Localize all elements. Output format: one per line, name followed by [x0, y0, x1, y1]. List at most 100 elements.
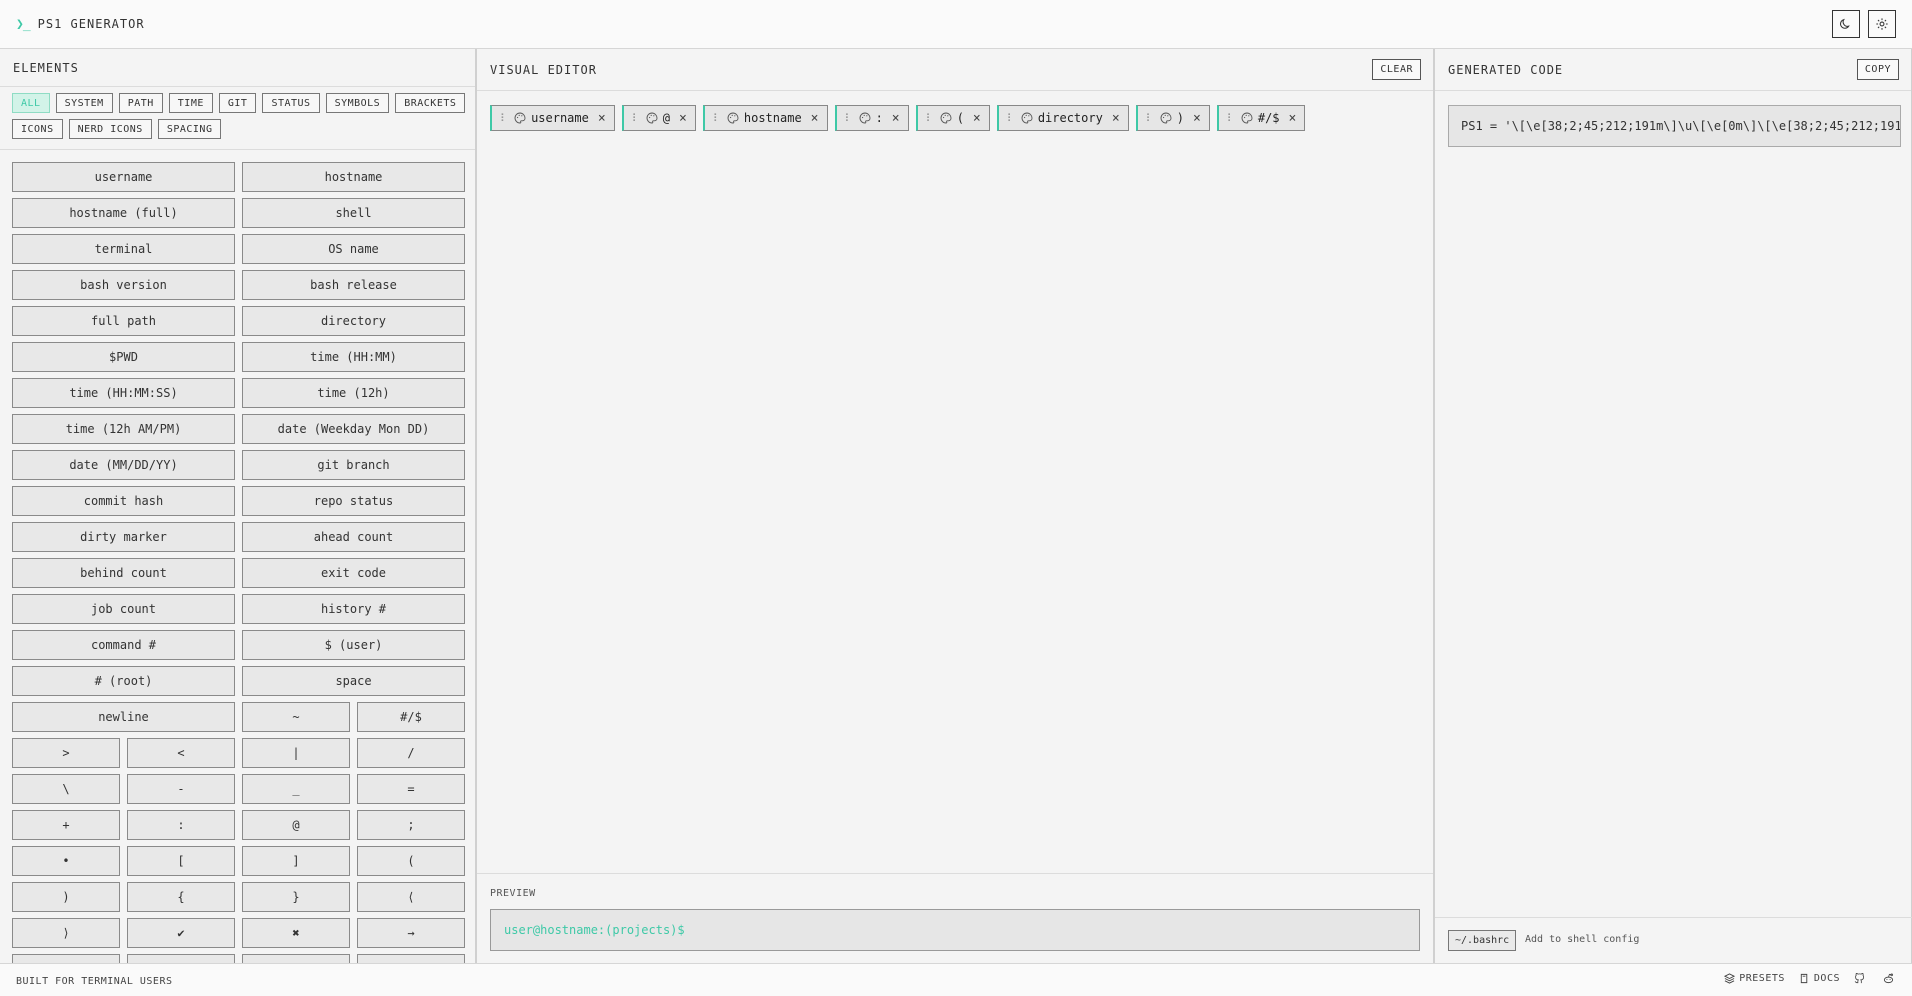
reddit-link[interactable]	[1883, 973, 1898, 984]
element-button[interactable]: command #	[12, 630, 235, 660]
editor-chip[interactable]: ⠇: ×	[834, 105, 909, 131]
clear-button[interactable]: CLEAR	[1372, 59, 1421, 80]
palette-icon[interactable]	[940, 112, 952, 124]
palette-icon[interactable]	[859, 112, 871, 124]
symbol-button[interactable]: ✖	[242, 918, 350, 948]
symbol-button[interactable]: ⟩	[12, 918, 120, 948]
drag-handle-icon[interactable]: ⠇	[1007, 112, 1015, 125]
symbol-button[interactable]: (	[357, 846, 465, 876]
element-button[interactable]: newline	[12, 702, 235, 732]
element-button[interactable]: space	[242, 666, 465, 696]
editor-chip[interactable]: ⠇ @ ×	[621, 105, 696, 131]
element-button[interactable]: git branch	[242, 450, 465, 480]
close-icon[interactable]: ×	[598, 111, 606, 126]
symbol-button[interactable]: ⟨	[357, 882, 465, 912]
element-button[interactable]: username	[12, 162, 235, 192]
filter-all[interactable]: ALL	[12, 93, 50, 113]
palette-icon[interactable]	[1241, 112, 1253, 124]
bashrc-button[interactable]: ~/.bashrc	[1448, 930, 1517, 951]
github-link[interactable]	[1854, 973, 1869, 984]
symbol-button[interactable]: /	[357, 738, 465, 768]
symbol-button[interactable]: -	[127, 774, 235, 804]
editor-chip[interactable]: ⠇) ×	[1135, 105, 1210, 131]
symbol-button[interactable]: ]	[242, 846, 350, 876]
editor-chip[interactable]: ⠇ #/$ ×	[1216, 105, 1306, 131]
symbol-button[interactable]	[357, 954, 465, 963]
settings-button[interactable]	[1868, 10, 1896, 38]
element-button[interactable]: history #	[242, 594, 465, 624]
filter-path[interactable]: PATH	[118, 93, 163, 113]
code-output[interactable]: PS1 = '\[\e[38;2;45;212;191m\]\u\[\e[0m\…	[1448, 105, 1901, 147]
symbol-button[interactable]: \	[12, 774, 120, 804]
drag-handle-icon[interactable]: ⠇	[926, 112, 934, 125]
filter-nerd-icons[interactable]: NERD ICONS	[68, 119, 152, 139]
editor-chip[interactable]: ⠇ hostname ×	[702, 105, 828, 131]
palette-icon[interactable]	[727, 112, 739, 124]
drag-handle-icon[interactable]: ⠇	[713, 112, 721, 125]
filter-time[interactable]: TIME	[168, 93, 213, 113]
filter-symbols[interactable]: SYMBOLS	[325, 93, 390, 113]
editor-chip[interactable]: ⠇ (×	[915, 105, 990, 131]
close-icon[interactable]: ×	[679, 111, 687, 126]
close-icon[interactable]: ×	[1112, 111, 1120, 126]
symbol-button[interactable]: →	[357, 918, 465, 948]
theme-toggle-button[interactable]	[1832, 10, 1860, 38]
copy-button[interactable]: COPY	[1856, 59, 1899, 80]
element-button[interactable]: behind count	[12, 558, 235, 588]
drag-handle-icon[interactable]: ⠇	[845, 112, 853, 125]
symbol-button[interactable]	[242, 954, 350, 963]
close-icon[interactable]: ×	[811, 111, 819, 126]
docs-link[interactable]: DOCS	[1799, 973, 1840, 984]
close-icon[interactable]: ×	[1289, 111, 1297, 126]
element-button[interactable]: OS name	[242, 234, 465, 264]
symbol-button[interactable]: }	[242, 882, 350, 912]
symbol-button[interactable]: @	[242, 810, 350, 840]
symbol-button[interactable]: _	[242, 774, 350, 804]
element-button[interactable]: dirty marker	[12, 522, 235, 552]
palette-icon[interactable]	[514, 112, 526, 124]
close-icon[interactable]: ×	[1193, 111, 1201, 126]
symbol-button[interactable]: )	[12, 882, 120, 912]
symbol-button[interactable]: [	[127, 846, 235, 876]
symbol-button[interactable]: ;	[357, 810, 465, 840]
element-button[interactable]: time (HH:MM)	[242, 342, 465, 372]
element-button[interactable]: full path	[12, 306, 235, 336]
element-button[interactable]: ahead count	[242, 522, 465, 552]
close-icon[interactable]: ×	[892, 111, 900, 126]
symbol-button[interactable]	[127, 954, 235, 963]
drag-handle-icon[interactable]: ⠇	[500, 112, 508, 125]
symbol-button[interactable]: ~	[242, 702, 350, 732]
close-icon[interactable]: ×	[973, 111, 981, 126]
symbol-button[interactable]: :	[127, 810, 235, 840]
element-button[interactable]: directory	[242, 306, 465, 336]
symbol-button[interactable]: •	[12, 846, 120, 876]
palette-icon[interactable]	[646, 112, 658, 124]
element-button[interactable]: date (Weekday Mon DD)	[242, 414, 465, 444]
element-button[interactable]: time (HH:MM:SS)	[12, 378, 235, 408]
element-button[interactable]: job count	[12, 594, 235, 624]
filter-spacing[interactable]: SPACING	[157, 119, 222, 139]
symbol-button[interactable]	[12, 954, 120, 963]
element-button[interactable]: exit code	[242, 558, 465, 588]
element-button[interactable]: date (MM/DD/YY)	[12, 450, 235, 480]
symbol-button[interactable]: >	[12, 738, 120, 768]
drag-handle-icon[interactable]: ⠇	[1227, 112, 1235, 125]
element-button[interactable]: time (12h)	[242, 378, 465, 408]
element-button[interactable]: shell	[242, 198, 465, 228]
drag-handle-icon[interactable]: ⠇	[632, 112, 640, 125]
symbol-button[interactable]: {	[127, 882, 235, 912]
element-button[interactable]: time (12h AM/PM)	[12, 414, 235, 444]
filter-icons[interactable]: ICONS	[12, 119, 63, 139]
editor-chip[interactable]: ⠇ username ×	[490, 105, 615, 131]
filter-git[interactable]: GIT	[218, 93, 257, 113]
palette-icon[interactable]	[1021, 112, 1033, 124]
symbol-button[interactable]: #/$	[357, 702, 465, 732]
element-button[interactable]: repo status	[242, 486, 465, 516]
element-button[interactable]: bash release	[242, 270, 465, 300]
element-button[interactable]: commit hash	[12, 486, 235, 516]
element-button[interactable]: $PWD	[12, 342, 235, 372]
palette-icon[interactable]	[1160, 112, 1172, 124]
element-button[interactable]: # (root)	[12, 666, 235, 696]
element-button[interactable]: $ (user)	[242, 630, 465, 660]
element-button[interactable]: hostname (full)	[12, 198, 235, 228]
